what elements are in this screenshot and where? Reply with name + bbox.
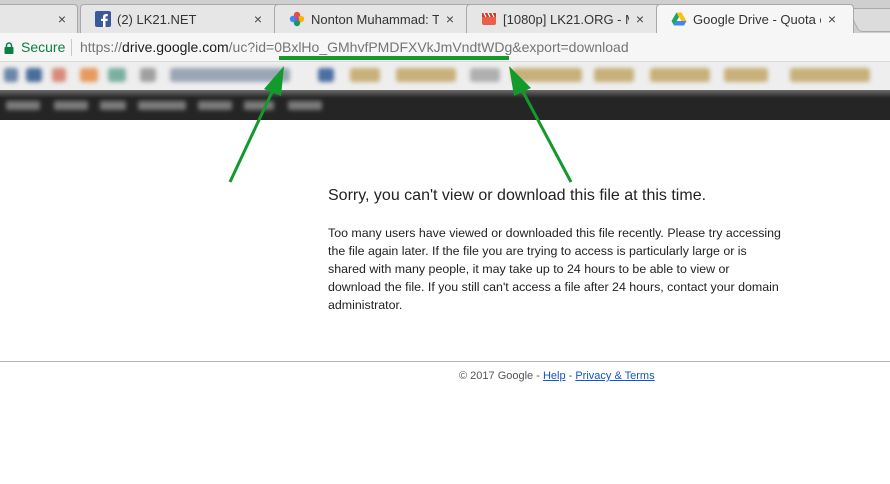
bookmark-blur xyxy=(170,68,290,82)
bookmark-blur xyxy=(4,68,18,82)
bookmark-blur xyxy=(350,68,380,82)
tab-lk21-net[interactable]: (2) LK21.NET × xyxy=(80,4,280,33)
url-host: drive.google.com xyxy=(122,39,229,55)
secure-label[interactable]: Secure xyxy=(21,39,65,55)
error-title: Sorry, you can't view or download this f… xyxy=(328,187,707,204)
page-header-blurred xyxy=(0,90,890,120)
header-item-blur xyxy=(198,101,232,110)
header-item-blur xyxy=(244,101,274,110)
bookmark-blur xyxy=(470,68,500,82)
pinwheel-icon xyxy=(289,11,305,27)
bookmark-blur xyxy=(52,68,66,82)
address-bar[interactable]: Secure https://drive.google.com/uc?id=0B… xyxy=(0,33,890,62)
tab-strip: × (2) LK21.NET × Nonton Muhammad: The xyxy=(0,0,890,33)
close-icon[interactable]: × xyxy=(443,12,457,26)
copyright-text: © 2017 Google - xyxy=(459,370,543,382)
bookmark-blur xyxy=(724,68,768,82)
bookmark-blur xyxy=(650,68,710,82)
close-icon[interactable]: × xyxy=(55,12,69,26)
header-gradient xyxy=(0,90,890,98)
tab-nonton-muhammad[interactable]: Nonton Muhammad: The × xyxy=(274,4,472,33)
footer: © 2017 Google - Help - Privacy & Terms xyxy=(459,370,655,382)
facebook-icon xyxy=(95,11,111,27)
footer-dash: - xyxy=(565,370,576,382)
bookmark-blur xyxy=(26,68,42,82)
google-drive-icon xyxy=(671,11,687,27)
close-icon[interactable]: × xyxy=(633,12,647,26)
lock-icon xyxy=(4,41,14,54)
header-item-blur xyxy=(288,101,322,110)
bookmark-blur xyxy=(80,68,98,82)
bookmark-blur xyxy=(512,68,582,82)
tab-title: Google Drive - Quota exc xyxy=(693,11,821,27)
help-link[interactable]: Help xyxy=(543,370,566,382)
url-scheme: https:// xyxy=(80,39,123,55)
tab-title: Nonton Muhammad: The xyxy=(311,11,439,27)
header-item-blur xyxy=(100,101,126,110)
url-text[interactable]: https://drive.google.com/uc?id=0BxlHo_GM… xyxy=(80,39,629,55)
tab-title: (2) LK21.NET xyxy=(117,11,197,27)
close-icon[interactable]: × xyxy=(825,12,839,26)
bookmark-blur xyxy=(140,68,156,82)
close-icon[interactable]: × xyxy=(251,12,265,26)
bookmarks-bar-blurred xyxy=(0,62,890,90)
header-item-blur xyxy=(6,101,40,110)
bookmark-blur xyxy=(396,68,456,82)
error-description: Too many users have viewed or downloaded… xyxy=(328,226,781,312)
tab-partial[interactable]: × xyxy=(0,4,78,33)
tab-lk21-org[interactable]: [1080p] LK21.ORG - Muh × xyxy=(466,4,662,33)
header-item-blur xyxy=(138,101,186,110)
tab-title: [1080p] LK21.ORG - Muh xyxy=(503,11,629,27)
header-item-blur xyxy=(54,101,88,110)
footer-divider xyxy=(0,361,890,362)
clapperboard-icon xyxy=(481,11,497,27)
bookmark-blur xyxy=(790,68,870,82)
bookmark-blur xyxy=(318,68,334,82)
privacy-terms-link[interactable]: Privacy & Terms xyxy=(575,370,654,382)
omnibox-divider xyxy=(71,39,72,56)
url-path: /uc?id=0BxlHo_GMhvfPMDFXVkJmVndtWDg&expo… xyxy=(228,39,629,55)
bookmark-blur xyxy=(108,68,126,82)
bookmark-blur xyxy=(594,68,634,82)
tab-google-drive[interactable]: Google Drive - Quota exc × xyxy=(656,4,854,33)
